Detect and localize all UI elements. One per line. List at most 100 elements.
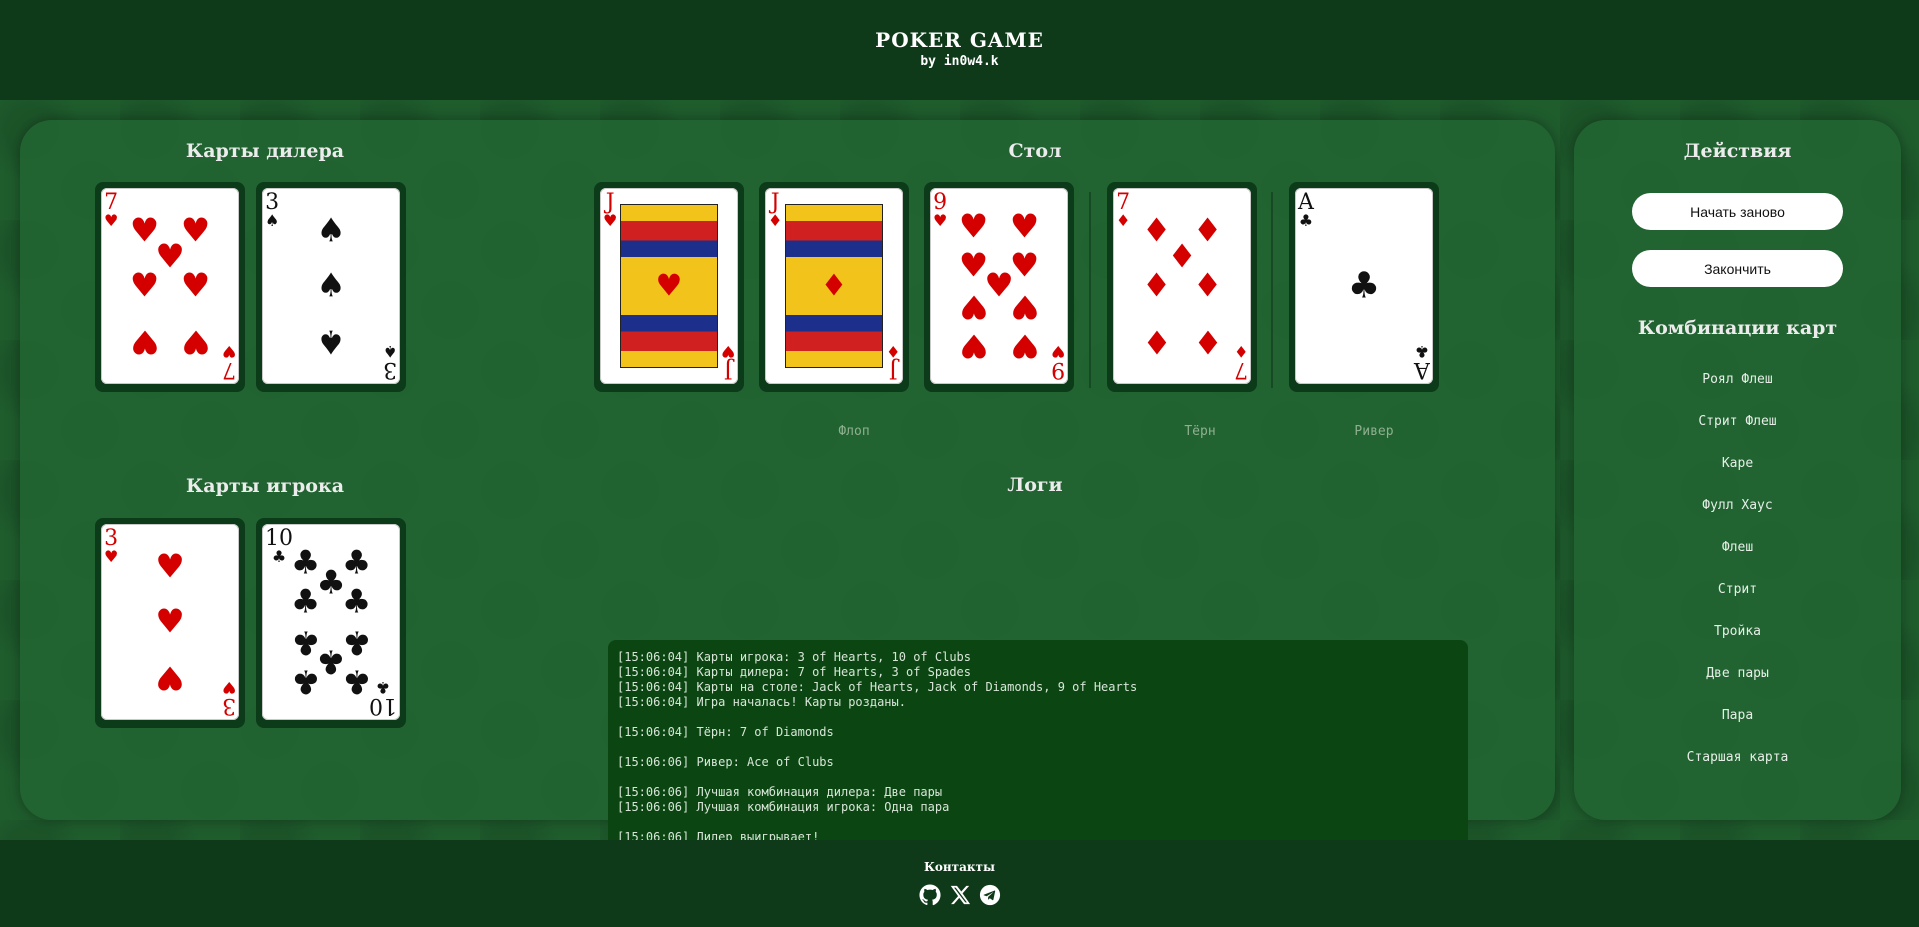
card-pip: ♥: [132, 263, 157, 309]
card-pip: ♥: [157, 234, 183, 281]
table-card-3-slot: 7 ♦ 7 ♦ ♦ ♦ ♦ ♦ ♦ ♦ ♦: [1107, 182, 1257, 392]
x-icon[interactable]: [949, 884, 971, 906]
card-corner-br: 3 ♠: [383, 342, 397, 382]
card-corner-tl: J ♥: [603, 192, 617, 229]
card-corner-br: 3 ♥: [221, 678, 236, 718]
card-pip: ♥: [1012, 204, 1037, 251]
card-pip: ♥: [1012, 283, 1037, 330]
card-pip: ♥: [986, 263, 1012, 309]
face-card-art: ♥: [620, 204, 718, 368]
card-pip: ♦: [1195, 263, 1220, 309]
playing-card: J ♦ J ♦ ♦: [765, 188, 903, 384]
player-card-1-slot: 10 ♣ 10 ♣ ♣ ♣ ♣ ♣ ♣ ♣ ♣ ♣ ♣ ♣: [256, 518, 406, 728]
turn-label: Тёрн: [1184, 424, 1216, 439]
card-pip: ♠: [318, 263, 344, 309]
card-pip: ♥: [961, 204, 986, 251]
log-line: [15:06:06] Ривер: Ace of Clubs: [617, 755, 834, 769]
finish-button[interactable]: Закончить: [1632, 250, 1843, 287]
card-corner-tl: A ♣: [1298, 192, 1314, 229]
page-title: POKER GAME: [875, 28, 1044, 52]
combination-item: Пара: [1721, 708, 1754, 723]
combination-item: Старшая карта: [1686, 750, 1789, 765]
card-corner-br: 10 ♣: [369, 678, 397, 718]
flop-label: Флоп: [838, 424, 870, 439]
log-line: [15:06:04] Карты игрока: 3 of Hearts, 10…: [617, 650, 972, 664]
card-pip: ♣: [344, 657, 369, 704]
card-pip: ♥: [183, 318, 208, 365]
card-pip: ♦: [1195, 318, 1220, 365]
log-line: [15:06:04] Игра началась! Карты розданы.: [617, 695, 906, 709]
flop-turn-divider: [1089, 192, 1091, 388]
card-pip: ♥: [132, 207, 157, 254]
card-corner-br: J ♥: [720, 342, 735, 382]
player-cards-title: Карты игрока: [185, 475, 345, 497]
card-suit-icon: ♥: [221, 678, 236, 697]
card-suit-icon: ♥: [104, 547, 119, 566]
card-pip: ♣: [344, 619, 369, 666]
card-pip: ♥: [961, 321, 986, 368]
telegram-icon[interactable]: [979, 884, 1001, 906]
card-suit-icon: ♣: [1414, 342, 1430, 361]
card-pip: ♥: [157, 599, 183, 645]
restart-button[interactable]: Начать заново: [1632, 193, 1843, 230]
card-corner-tl: 3 ♠: [265, 192, 279, 229]
card-corner-tl: 7 ♥: [104, 192, 118, 229]
card-suit-icon: ♦: [1116, 211, 1131, 230]
card-corner-tl: J ♦: [768, 192, 782, 229]
card-pip: ♣: [318, 637, 344, 684]
actions-title: Действия: [1683, 140, 1792, 162]
combination-item: Каре: [1721, 456, 1754, 471]
combination-item: Фулл Хаус: [1702, 498, 1773, 513]
social-links: [0, 884, 1919, 906]
card-suit-icon: ♦: [1233, 342, 1248, 361]
playing-card: 7 ♥ 7 ♥ ♥ ♥ ♥ ♥ ♥ ♥ ♥: [101, 188, 239, 384]
turn-river-divider: [1271, 192, 1273, 388]
contacts-label: Контакты: [923, 860, 996, 874]
combination-item: Две пары: [1706, 666, 1769, 681]
player-card-0-slot: 3 ♥ 3 ♥ ♥ ♥ ♥: [95, 518, 245, 728]
playing-card: 3 ♠ 3 ♠ ♠ ♠ ♠: [262, 188, 400, 384]
combination-item: Флеш: [1721, 540, 1754, 555]
card-corner-tl: 9 ♥: [933, 192, 947, 229]
combination-item: Стрит Флеш: [1698, 414, 1777, 429]
card-suit-icon: ♥: [603, 211, 618, 230]
card-pip: ♦: [1169, 234, 1195, 281]
card-pip: ♥: [961, 283, 986, 330]
card-pip: ♥: [157, 654, 183, 701]
page-footer: Контакты: [0, 840, 1919, 927]
card-suit-icon: ♥: [221, 342, 236, 361]
table-card-1-slot: J ♦ J ♦ ♦: [759, 182, 909, 392]
card-suit-icon: ♥: [104, 211, 119, 230]
card-suit-icon: ♥: [720, 342, 735, 361]
combinations-title: Комбинации карт: [1637, 317, 1838, 339]
card-pip: ♦: [1144, 207, 1169, 254]
log-line: [15:06:04] Карты дилера: 7 of Hearts, 3 …: [617, 665, 972, 679]
playing-card: 3 ♥ 3 ♥ ♥ ♥ ♥: [101, 524, 239, 720]
card-suit-icon: ♦: [768, 211, 783, 230]
game-panel: Карты дилера 7 ♥ 7 ♥ ♥ ♥ ♥ ♥ ♥ ♥ ♥ 3 ♠ 3 ♠ ♠ ♠ ♠ Стол J ♥ J…: [20, 120, 1555, 869]
dealer-card-1-slot: 3 ♠ 3 ♠ ♠ ♠ ♠: [256, 182, 406, 392]
card-pip: ♣: [293, 578, 318, 625]
playing-card: 7 ♦ 7 ♦ ♦ ♦ ♦ ♦ ♦ ♦ ♦: [1113, 188, 1251, 384]
table-card-2-slot: 9 ♥ 9 ♥ ♥ ♥ ♥ ♥ ♥ ♥ ♥ ♥ ♥: [924, 182, 1074, 392]
card-corner-br: A ♣: [1414, 342, 1430, 382]
card-pip: ♠: [318, 318, 344, 365]
card-pip: ♦: [1144, 318, 1169, 365]
card-corner-tl: 10 ♣: [265, 528, 293, 565]
card-suit-icon: ♥: [1050, 342, 1065, 361]
card-suit-icon: ♦: [885, 342, 900, 361]
card-corner-tl: 7 ♦: [1116, 192, 1130, 229]
face-card-symbol: ♦: [820, 268, 848, 304]
playing-card: J ♥ J ♥ ♥: [600, 188, 738, 384]
river-label: Ривер: [1354, 424, 1394, 439]
card-pip: ♦: [1144, 263, 1169, 309]
card-pip: ♥: [1012, 242, 1037, 289]
github-icon[interactable]: [918, 884, 941, 906]
card-corner-br: 9 ♥: [1050, 342, 1065, 382]
playing-card: A ♣ A ♣ ♣: [1295, 188, 1433, 384]
log-box: [15:06:04] Карты игрока: 3 of Hearts, 10…: [608, 640, 1468, 869]
card-pip: ♣: [344, 578, 369, 625]
